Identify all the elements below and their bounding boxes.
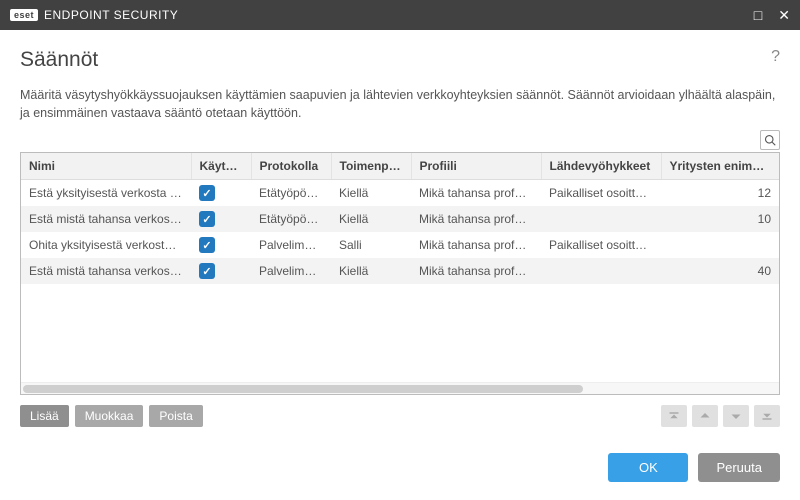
cell-source: Paikalliset osoitte… bbox=[541, 180, 661, 207]
search-button[interactable] bbox=[760, 130, 780, 150]
cell-name: Estä yksityisestä verkosta tule… bbox=[21, 180, 191, 207]
cell-source: Paikalliset osoitte… bbox=[541, 232, 661, 258]
table-row[interactable]: Estä mistä tahansa verkosta t… ✓ Etätyöpöy… bbox=[21, 206, 779, 232]
cell-enabled: ✓ bbox=[191, 232, 251, 258]
cell-action: Kiellä bbox=[331, 258, 411, 284]
search-icon bbox=[764, 134, 776, 146]
cell-enabled: ✓ bbox=[191, 206, 251, 232]
table-row[interactable]: Estä yksityisestä verkosta tule… ✓ Etätyöp… bbox=[21, 180, 779, 207]
rules-table-container: Nimi Käytössä Protokolla Toimenpide Prof… bbox=[20, 152, 780, 395]
cell-name: Ohita yksityisestä verkosta tu… bbox=[21, 232, 191, 258]
cancel-button[interactable]: Peruuta bbox=[698, 453, 780, 482]
help-icon[interactable]: ? bbox=[771, 48, 780, 66]
cell-enabled: ✓ bbox=[191, 258, 251, 284]
table-row[interactable]: Estä mistä tahansa verkosta t… ✓ Palvelime… bbox=[21, 258, 779, 284]
horizontal-scrollbar[interactable] bbox=[21, 382, 779, 394]
cell-name: Estä mistä tahansa verkosta t… bbox=[21, 258, 191, 284]
col-header-profile[interactable]: Profiili bbox=[411, 153, 541, 180]
delete-button[interactable]: Poista bbox=[149, 405, 202, 427]
checkbox-checked-icon[interactable]: ✓ bbox=[199, 237, 215, 253]
brand: eset ENDPOINT SECURITY bbox=[10, 8, 178, 22]
brand-logo: eset bbox=[10, 9, 38, 21]
window-controls: □ ✕ bbox=[754, 7, 790, 24]
checkbox-checked-icon[interactable]: ✓ bbox=[199, 263, 215, 279]
move-bottom-button[interactable] bbox=[754, 405, 780, 427]
col-header-max-attempts[interactable]: Yritysten enimmäismäärä bbox=[661, 153, 779, 180]
cell-action: Salli bbox=[331, 232, 411, 258]
rules-table: Nimi Käytössä Protokolla Toimenpide Prof… bbox=[21, 153, 779, 284]
col-header-name[interactable]: Nimi bbox=[21, 153, 191, 180]
add-button[interactable]: Lisää bbox=[20, 405, 69, 427]
cell-attempts: 40 bbox=[661, 258, 779, 284]
col-header-source-zones[interactable]: Lähdevyöhykkeet bbox=[541, 153, 661, 180]
ok-button[interactable]: OK bbox=[608, 453, 688, 482]
checkbox-checked-icon[interactable]: ✓ bbox=[199, 211, 215, 227]
col-header-protocol[interactable]: Protokolla bbox=[251, 153, 331, 180]
table-actions: Lisää Muokkaa Poista bbox=[20, 405, 780, 427]
page-title: Säännöt bbox=[20, 48, 98, 72]
cell-attempts: 12 bbox=[661, 180, 779, 207]
checkbox-checked-icon[interactable]: ✓ bbox=[199, 185, 215, 201]
cell-enabled: ✓ bbox=[191, 180, 251, 207]
col-header-action[interactable]: Toimenpide bbox=[331, 153, 411, 180]
cell-attempts bbox=[661, 232, 779, 258]
scrollbar-thumb[interactable] bbox=[23, 385, 583, 393]
table-row[interactable]: Ohita yksityisestä verkosta tu… ✓ Palvelim… bbox=[21, 232, 779, 258]
move-down-button[interactable] bbox=[723, 405, 749, 427]
cell-protocol: Etätyöpöyt… bbox=[251, 206, 331, 232]
reorder-buttons bbox=[661, 405, 780, 427]
edit-button[interactable]: Muokkaa bbox=[75, 405, 144, 427]
cell-name: Estä mistä tahansa verkosta t… bbox=[21, 206, 191, 232]
cell-profile: Mikä tahansa prof… bbox=[411, 206, 541, 232]
cell-action: Kiellä bbox=[331, 206, 411, 232]
content-area: Säännöt ? Määritä väsytyshyökkäyssuojauk… bbox=[0, 30, 800, 439]
cell-protocol: Palvelimen… bbox=[251, 258, 331, 284]
cell-source bbox=[541, 206, 661, 232]
cell-protocol: Etätyöpöyt… bbox=[251, 180, 331, 207]
cell-profile: Mikä tahansa prof… bbox=[411, 232, 541, 258]
cell-attempts: 10 bbox=[661, 206, 779, 232]
cell-profile: Mikä tahansa prof… bbox=[411, 180, 541, 207]
close-icon[interactable]: ✕ bbox=[778, 7, 790, 24]
page-description: Määritä väsytyshyökkäyssuojauksen käyttä… bbox=[20, 86, 780, 122]
cell-profile: Mikä tahansa prof… bbox=[411, 258, 541, 284]
cell-protocol: Palvelimen… bbox=[251, 232, 331, 258]
move-top-button[interactable] bbox=[661, 405, 687, 427]
titlebar: eset ENDPOINT SECURITY □ ✕ bbox=[0, 0, 800, 30]
cell-source bbox=[541, 258, 661, 284]
brand-text: ENDPOINT SECURITY bbox=[44, 8, 178, 22]
move-up-button[interactable] bbox=[692, 405, 718, 427]
col-header-enabled[interactable]: Käytössä bbox=[191, 153, 251, 180]
minimize-icon[interactable]: □ bbox=[754, 7, 762, 24]
dialog-footer: OK Peruuta bbox=[0, 439, 800, 500]
cell-action: Kiellä bbox=[331, 180, 411, 207]
